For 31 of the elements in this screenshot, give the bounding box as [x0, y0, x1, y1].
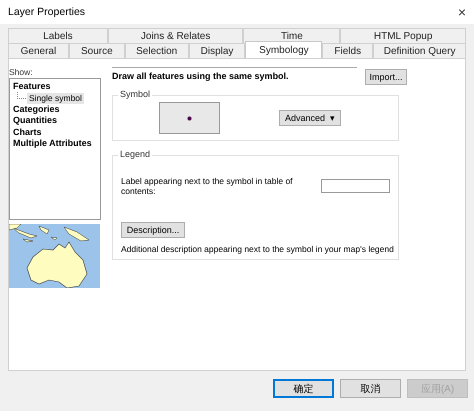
dialog-button[interactable]: 确定	[273, 379, 334, 398]
group-title: Legend	[118, 149, 152, 159]
tab[interactable]: Display	[188, 43, 246, 58]
description-button[interactable]: Description...	[121, 222, 185, 238]
window-title: Layer Properties	[8, 6, 86, 18]
symbol-preview[interactable]	[159, 102, 220, 134]
renderer-description: Draw all features using the same symbol.	[112, 67, 357, 81]
tree-item[interactable]: Charts	[13, 126, 42, 136]
tab[interactable]: Joins & Relates	[108, 28, 244, 43]
tab[interactable]: Symbology	[245, 41, 322, 58]
point-symbol-icon	[187, 116, 192, 120]
label-field[interactable]	[321, 179, 390, 193]
tree-item[interactable]: Single symbol	[27, 92, 84, 104]
import-button[interactable]: Import...	[365, 69, 407, 85]
show-label: Show:	[9, 67, 34, 77]
dialog-button[interactable]: 取消	[340, 379, 401, 398]
tab[interactable]: Labels	[8, 28, 108, 43]
tree-item[interactable]: Quantities	[13, 115, 58, 125]
close-button[interactable]: ×	[458, 4, 466, 20]
tree-item[interactable]: Features	[13, 81, 51, 91]
tree-item[interactable]: Categories	[13, 104, 60, 114]
tree-item[interactable]: Multiple Attributes	[13, 138, 92, 148]
group-title: Symbol	[118, 89, 152, 99]
tab[interactable]: Definition Query	[373, 43, 466, 58]
tab[interactable]: General	[8, 43, 69, 58]
advanced-button[interactable]: Advanced ▾	[279, 110, 341, 126]
tab[interactable]: Source	[68, 43, 125, 58]
tab[interactable]: Selection	[124, 43, 189, 58]
label-prompt: Label appearing next to the symbol in table of contents:	[121, 176, 294, 196]
tab[interactable]: Fields	[322, 43, 374, 58]
tab[interactable]: HTML Popup	[340, 28, 466, 43]
